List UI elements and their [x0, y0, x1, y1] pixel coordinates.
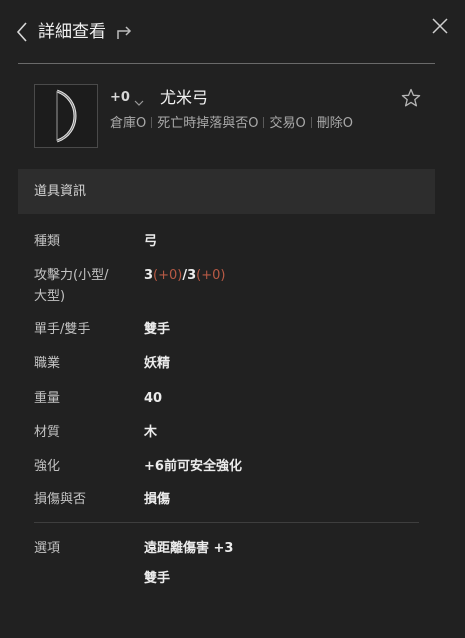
damage-label: 損傷與否 [34, 492, 87, 507]
attack-small-value: 3 [144, 268, 154, 283]
hand-label: 單手/雙手 [34, 322, 91, 337]
share-button[interactable] [115, 22, 135, 42]
class-value: 妖精 [144, 356, 171, 371]
star-outline-icon [401, 88, 421, 107]
weight-value: 40 [144, 391, 163, 406]
item-info-section-header: 道具資訊 [18, 169, 435, 214]
class-label: 職業 [34, 356, 61, 371]
bow-icon [56, 89, 77, 143]
header: 詳細查看 [0, 0, 465, 64]
enhance-label: 強化 [34, 459, 61, 474]
attack-label-line2: 大型) [34, 289, 66, 304]
header-divider [18, 63, 435, 64]
attack-small-bonus: (+0) [153, 268, 183, 283]
option-value: 遠距離傷害 +3 [144, 541, 234, 556]
attack-large-bonus: (+0) [196, 268, 226, 283]
material-value: 木 [144, 425, 158, 440]
item-name: 尤米弓 [160, 88, 209, 107]
close-icon [432, 18, 448, 34]
weight-label: 重量 [34, 391, 61, 406]
attack-label-line1: 攻擊力(小型/ [34, 268, 109, 283]
chevron-left-icon [16, 22, 27, 42]
favorite-button[interactable] [401, 88, 421, 108]
material-label: 材質 [34, 425, 61, 440]
back-button[interactable] [14, 21, 32, 43]
options-label: 選項 [34, 541, 61, 556]
damage-value: 損傷 [144, 492, 171, 507]
prop-separator [263, 117, 265, 128]
attack-value: 3(+0)/3(+0) [144, 265, 225, 286]
item-detail-panel: 詳細查看 +0 尤米弓 倉庫O 死亡時掉落與否O 交易O 刪除O 道具資訊 種類… [0, 0, 465, 638]
option-value: 雙手 [144, 571, 171, 586]
hand-value: 雙手 [144, 322, 171, 337]
type-value: 弓 [144, 234, 158, 249]
type-label: 種類 [34, 234, 61, 249]
page-title: 詳細查看 [38, 22, 106, 42]
share-icon [117, 26, 132, 39]
chevron-down-icon[interactable] [134, 93, 144, 106]
prop-separator [310, 117, 312, 128]
item-properties: 倉庫O 死亡時掉落與否O 交易O 刪除O [110, 116, 353, 132]
item-thumbnail [34, 84, 98, 148]
attack-label: 攻擊力(小型/ 大型) [34, 265, 108, 307]
prop-storage: 倉庫O [110, 116, 147, 131]
enhance-level-select[interactable]: +0 [110, 90, 130, 106]
prop-trade: 交易O [269, 116, 306, 131]
close-button[interactable] [430, 16, 450, 36]
attack-large-value: 3 [187, 268, 197, 283]
options-divider [34, 522, 419, 523]
prop-separator [151, 117, 153, 128]
prop-delete: 刪除O [316, 116, 353, 131]
section-title: 道具資訊 [34, 184, 87, 199]
prop-drop-on-death: 死亡時掉落與否O [157, 116, 259, 131]
enhance-value: +6前可安全強化 [144, 459, 242, 474]
